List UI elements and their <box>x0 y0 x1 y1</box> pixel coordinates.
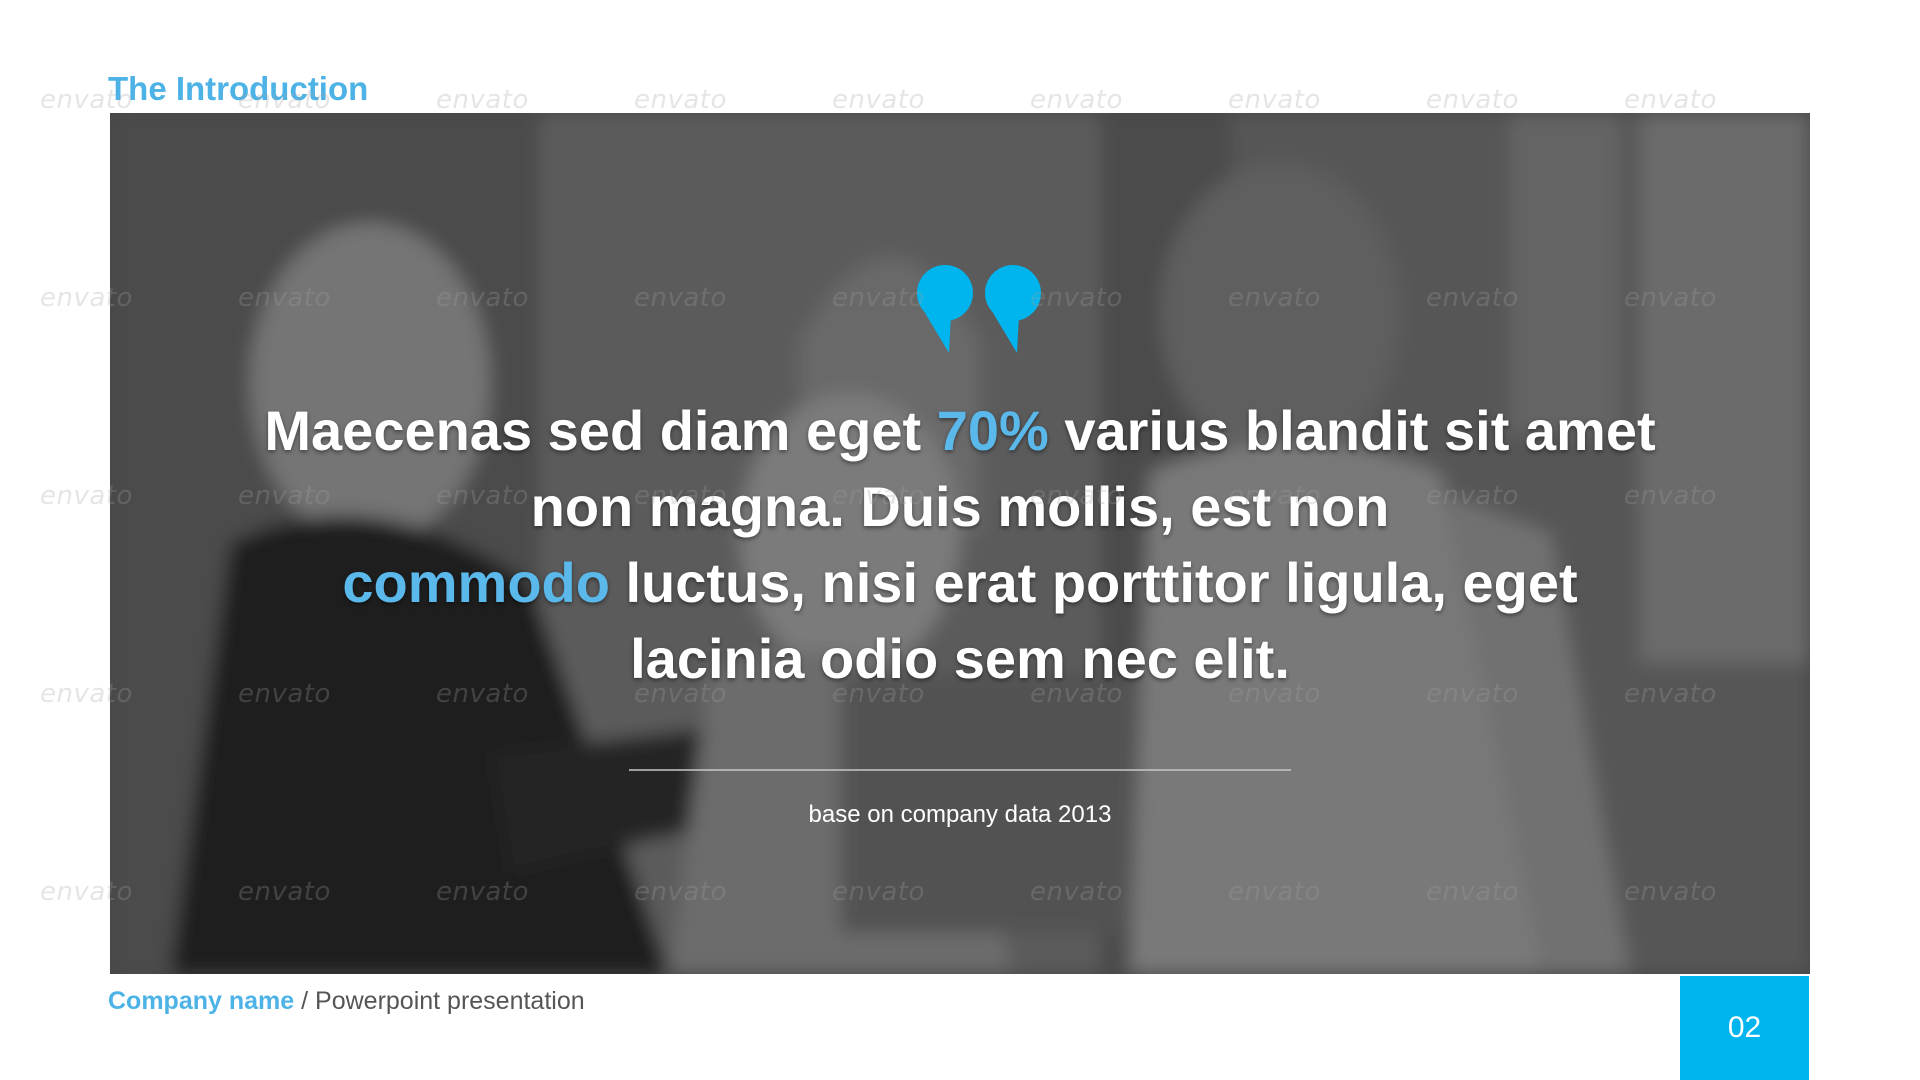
page-number-box: 02 <box>1680 976 1809 1080</box>
quote-text: Maecenas sed diam eget 70% varius blandi… <box>260 393 1660 697</box>
footer-separator: / <box>301 987 309 1015</box>
quote-icon <box>917 265 1041 353</box>
footer-subtitle: Powerpoint presentation <box>315 987 585 1015</box>
watermark-text: envato <box>634 85 727 115</box>
watermark-text: envato <box>1030 85 1123 115</box>
watermark-text: envato <box>1624 85 1717 115</box>
watermark-text: envato <box>1426 85 1519 115</box>
divider-line <box>629 769 1291 771</box>
watermark-text: envato <box>436 85 529 115</box>
company-name: Company name <box>108 987 295 1015</box>
quote-part-1: Maecenas sed diam eget <box>264 399 922 462</box>
page-number: 02 <box>1727 1011 1762 1044</box>
hero-photo: Maecenas sed diam eget 70% varius blandi… <box>110 113 1810 974</box>
watermark-text: envato <box>832 85 925 115</box>
quote-highlight-word: commodo <box>342 551 610 614</box>
footer: Company name / Powerpoint presentation <box>108 987 585 1016</box>
slide-title: The Introduction <box>108 70 369 107</box>
watermark-text: envato <box>1228 85 1321 115</box>
quote-part-3: luctus, nisi erat porttitor ligula, eget… <box>625 551 1578 690</box>
quote-highlight-percentage: 70% <box>936 399 1049 462</box>
quote-source: base on company data 2013 <box>808 801 1112 828</box>
